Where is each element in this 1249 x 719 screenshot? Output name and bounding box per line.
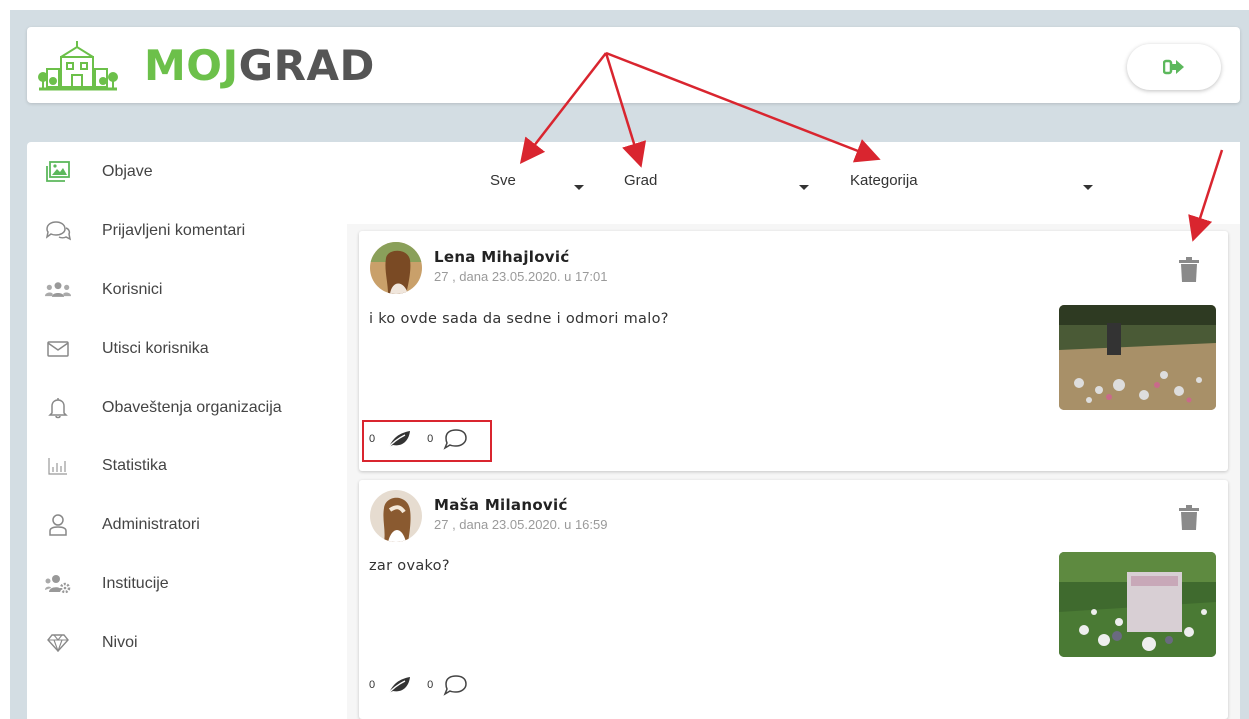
post-author[interactable]: Lena Mihajlović: [434, 248, 570, 266]
post-image[interactable]: [1059, 552, 1216, 657]
post-meta: 27 , dana 23.05.2020. u 17:01: [434, 269, 608, 284]
sidebar-item-label: Administratori: [102, 516, 200, 533]
city-filter-value: Grad: [624, 172, 658, 189]
post-image[interactable]: [1059, 305, 1216, 410]
bar-chart-icon: [45, 453, 71, 479]
category-filter-value: Kategorija: [850, 172, 918, 189]
post-stats: 0 0: [369, 672, 469, 698]
sidebar-item-institucije[interactable]: Institucije: [27, 564, 347, 604]
post-text: zar ovako?: [369, 558, 450, 574]
city-filter-select[interactable]: Grad: [624, 172, 818, 202]
annotation-highlight-box: [362, 420, 492, 462]
status-filter-value: Sve: [490, 172, 516, 189]
avatar[interactable]: [370, 490, 422, 542]
post-card: Maša Milanović 27 , dana 23.05.2020. u 1…: [359, 480, 1228, 719]
sidebar-item-label: Korisnici: [102, 281, 163, 298]
comments-count: 0: [427, 679, 434, 691]
users-icon: [45, 277, 71, 303]
leaf-icon[interactable]: [387, 676, 411, 694]
status-filter-select[interactable]: Sve: [490, 172, 593, 202]
sidebar-item-label: Obaveštenja organizacija: [102, 399, 282, 416]
envelope-icon: [45, 336, 71, 362]
comment-icon[interactable]: [443, 674, 469, 696]
sign-out-icon: [1163, 59, 1184, 75]
sidebar-item-korisnici[interactable]: Korisnici: [27, 270, 347, 310]
category-filter-select[interactable]: Kategorija: [850, 172, 1100, 202]
post-meta: 27 , dana 23.05.2020. u 16:59: [434, 517, 608, 532]
users-cog-icon: [45, 571, 71, 597]
sidebar-item-label: Statistika: [102, 457, 167, 474]
trash-icon[interactable]: [1178, 257, 1200, 283]
sidebar-item-label: Utisci korisnika: [102, 340, 209, 357]
post-text: i ko ovde sada da sedne i odmori malo?: [369, 311, 669, 327]
sidebar-item-administratori[interactable]: Administratori: [27, 505, 347, 545]
logo-part-grad: GRAD: [238, 41, 375, 90]
images-icon: [45, 159, 71, 185]
logo-part-moj: MOJ: [144, 41, 239, 90]
comments-icon: [45, 218, 71, 244]
logo-wordmark: MOJGRAD: [144, 42, 375, 90]
sidebar-item-statistika[interactable]: Statistika: [27, 446, 347, 486]
content-panel: Objave Prijavljeni komentari Korisnici U…: [27, 142, 1240, 719]
sidebar-item-nivoi[interactable]: Nivoi: [27, 623, 347, 663]
caret-down-icon: [1083, 185, 1093, 190]
sidebar-item-objave[interactable]: Objave: [27, 152, 347, 192]
post-author[interactable]: Maša Milanović: [434, 496, 568, 514]
logout-button[interactable]: [1127, 44, 1221, 90]
caret-down-icon: [574, 185, 584, 190]
likes-count: 0: [369, 679, 376, 691]
caret-down-icon: [799, 185, 809, 190]
diamond-icon: [45, 630, 71, 656]
avatar[interactable]: [370, 242, 422, 294]
sidebar-item-prijavljeni-komentari[interactable]: Prijavljeni komentari: [27, 211, 347, 251]
bell-icon: [45, 395, 71, 421]
sidebar-item-utisci-korisnika[interactable]: Utisci korisnika: [27, 329, 347, 369]
sidebar: Objave Prijavljeni komentari Korisnici U…: [27, 142, 347, 719]
filter-bar: Sve Grad Kategorija: [347, 142, 1240, 224]
sidebar-item-label: Prijavljeni komentari: [102, 222, 246, 239]
city-logo-icon: [38, 41, 118, 91]
sidebar-item-label: Institucije: [102, 575, 169, 592]
sidebar-item-obavestenja-organizacija[interactable]: Obaveštenja organizacija: [27, 388, 347, 428]
top-header: MOJGRAD: [27, 27, 1240, 103]
trash-icon[interactable]: [1178, 505, 1200, 531]
sidebar-item-label: Objave: [102, 163, 153, 180]
user-icon: [45, 512, 71, 538]
sidebar-item-label: Nivoi: [102, 634, 138, 651]
